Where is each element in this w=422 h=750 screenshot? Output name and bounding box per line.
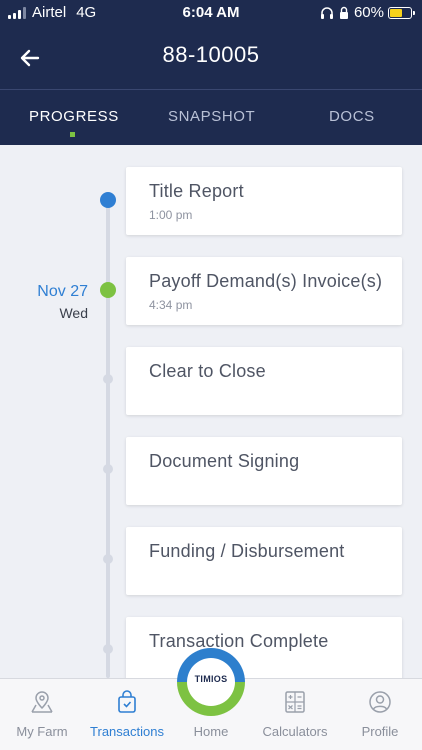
map-pin-icon [31,691,53,713]
nav-label: Calculators [262,724,328,739]
nav-profile[interactable]: Profile [338,679,422,750]
timeline-card-clear-to-close[interactable]: Clear to Close [126,347,402,415]
page-title: 88-10005 [162,42,260,67]
timeline-dot-complete [100,282,116,298]
nav-calculators[interactable]: Calculators [252,679,338,750]
timeline-line [106,200,110,678]
timeline-card-title: Funding / Disbursement [149,541,345,561]
timeline-card-title: Title Report [149,181,244,201]
timeline-date-day: Nov 27 [37,283,88,300]
active-tab-indicator [70,132,75,137]
status-bar-right: 60% [320,4,415,21]
progress-timeline[interactable]: Nov 27 Wed Title Report 1:00 pm Payoff D… [0,145,422,685]
tab-progress[interactable]: PROGRESS [29,108,119,125]
title-bar: 88-10005 [0,30,422,88]
timeline-dot-pending [103,554,113,564]
timeline-dot-pending [103,464,113,474]
logo-text: TIMIOS [194,674,228,684]
timeline-card-time: 1:00 pm [149,208,193,222]
nav-label: Home [193,724,229,739]
tab-docs[interactable]: DOCS [329,108,375,125]
timeline-dot-pending [103,374,113,384]
shopping-bag-icon [118,690,136,713]
timeline-card-payoff-demand[interactable]: Payoff Demand(s) Invoice(s) 4:34 pm [126,257,402,325]
timeline-dot-pending [103,644,113,654]
battery-icon [388,6,415,19]
tab-bar: PROGRESS SNAPSHOT DOCS [0,90,422,145]
headphones-icon [320,6,333,19]
timeline-date-weekday: Wed [59,305,88,321]
timeline-card-title: Document Signing [149,451,300,471]
nav-transactions[interactable]: Transactions [84,679,170,750]
timeline-card-funding[interactable]: Funding / Disbursement [126,527,402,595]
profile-icon [369,691,391,713]
rotation-lock-icon [339,6,348,19]
timeline-card-title-report[interactable]: Title Report 1:00 pm [126,167,402,235]
timeline-card-transaction-complete[interactable]: Transaction Complete [126,617,402,685]
tab-snapshot[interactable]: SNAPSHOT [168,108,255,125]
battery-percent: 60% [353,4,384,21]
timeline-card-title: Clear to Close [149,361,266,381]
timeline-date: Nov 27 Wed [0,283,88,321]
status-bar: Airtel 4G 6:04 AM 60% [0,0,422,26]
nav-label: Profile [361,724,399,739]
nav-my-farm[interactable]: My Farm [0,679,84,750]
timeline-card-time: 4:34 pm [149,298,193,312]
nav-label: Transactions [90,724,164,739]
calculator-icon [285,691,305,713]
timeline-dot-active [100,192,116,208]
timeline-card-document-signing[interactable]: Document Signing [126,437,402,505]
app-header: Airtel 4G 6:04 AM 60% 88-10005 PROGRESS … [0,0,422,145]
timios-logo-home-button[interactable]: TIMIOS [177,648,245,716]
nav-label: My Farm [16,724,68,739]
timeline-card-title: Payoff Demand(s) Invoice(s) [149,271,383,291]
